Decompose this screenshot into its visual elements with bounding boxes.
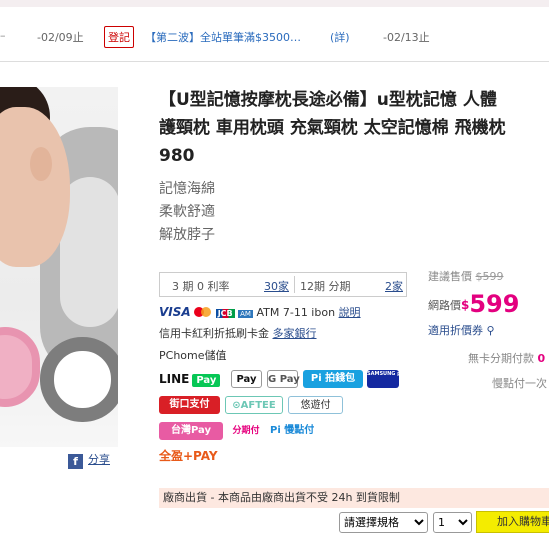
pi-wallet-label: Pi 拍錢包: [310, 373, 356, 384]
payment-row-credit: 信用卡紅利折抵刷卡金 多家銀行: [159, 325, 317, 341]
easywallet-icon: 悠遊付: [288, 396, 343, 414]
line-pay-word: LINE: [159, 372, 190, 386]
banks-link[interactable]: 多家銀行: [273, 327, 317, 340]
register-badge[interactable]: 登記: [104, 26, 134, 48]
list-price-label: 建議售價: [428, 270, 472, 283]
quantity-select[interactable]: 1: [433, 512, 472, 533]
google-pay-icon: G Pay: [267, 370, 300, 388]
samsung-pay-label: SAMSUNG pay: [367, 371, 408, 377]
feature-item: 柔軟舒適: [159, 204, 215, 220]
icash-pay-icon: 全盈+PAY: [159, 447, 264, 465]
yuan-pay-label: 分期付: [232, 426, 260, 436]
jko-pay-label: 街口支付: [169, 399, 210, 410]
slowpay-icon: Pi 慢點付: [270, 422, 326, 440]
payment-row-cards: VISA JCB AM ATM 7-11 ibon 說明: [159, 304, 361, 320]
promo-link[interactable]: 【第二波】全站單筆滿$3500…: [145, 29, 301, 45]
facebook-icon: f: [68, 454, 83, 469]
promo-date-2: -02/13止: [383, 31, 430, 44]
product-title: 【U型記憶按摩枕長途必備】u型枕記憶 人體 護頸枕 車用枕頭 充氣頸枕 太空記憶…: [159, 86, 549, 170]
promo-date-1: -02/09止: [37, 31, 84, 44]
payment-logos-row-3: 台灣Pay 分期付 Pi 慢點付: [159, 422, 419, 440]
amex-icon: AM: [238, 310, 253, 318]
model-face-shape: [0, 107, 70, 267]
title-line: 護頸枕 車用枕頭 充氣頸枕 太空記憶棉 飛機枕: [159, 118, 506, 138]
price-area: 建議售價 $599 網路價$599 適用折價券 ⚲: [428, 268, 549, 338]
grey-pillow-shape: [40, 337, 118, 422]
no-card-installment: 無卡分期付款 0: [468, 350, 545, 366]
pi-wallet-icon: Pi 拍錢包: [303, 370, 363, 388]
payment-logos-row-4: 全盈+PAY: [159, 447, 419, 465]
coupon-link[interactable]: 適用折價券 ⚲: [428, 322, 549, 338]
aftee-icon: ⊙AFTEE: [225, 396, 283, 414]
taiwan-pay-label: 台灣Pay: [170, 425, 212, 436]
easywallet-label: 悠遊付: [300, 400, 331, 411]
atm-text: ATM 7-11 ibon: [256, 306, 336, 319]
visa-icon: VISA: [159, 305, 191, 319]
samsung-pay-icon: SAMSUNG pay: [367, 370, 407, 388]
feature-item: 記憶海綿: [159, 181, 215, 197]
list-price: 建議售價 $599: [428, 268, 549, 284]
apple-pay-label: Pay: [236, 374, 257, 385]
web-price-value: 599: [469, 290, 520, 318]
title-line: 【U型記憶按摩枕長途必備】u型枕記憶 人體: [159, 90, 497, 110]
payment-logos-row-2: 街口支付 ⊙AFTEE 悠遊付: [159, 396, 419, 414]
line-pay-badge: Pay: [192, 374, 221, 387]
title-line: 980: [159, 146, 195, 166]
product-image[interactable]: [0, 87, 118, 447]
promo-detail-link[interactable]: (詳): [330, 29, 350, 45]
installment-plan-1: 3 期 0 利率: [172, 280, 230, 293]
payment-explain-link[interactable]: 說明: [339, 306, 361, 319]
slowpay-text: 慢點付一次: [492, 377, 547, 390]
stored-value-label: PChome儲值: [159, 349, 227, 362]
feature-item: 解放脖子: [159, 227, 215, 243]
list-price-value: $599: [475, 270, 504, 283]
jcb-icon: JCB: [215, 309, 235, 318]
shipping-notice: 廠商出貨 - 本商品由廠商出貨不受 24h 到貨限制: [159, 488, 549, 508]
share-link[interactable]: f 分享: [68, 451, 110, 469]
google-pay-label: G Pay: [268, 374, 300, 385]
no-card-label: 無卡分期付款: [468, 352, 534, 365]
promo-dash: –: [0, 29, 6, 42]
mastercard-icon: [194, 307, 212, 317]
jko-pay-icon: 街口支付: [159, 396, 220, 414]
spec-select[interactable]: 請選擇規格: [339, 512, 428, 533]
icash-pay-label: 全盈+PAY: [159, 449, 218, 463]
slowpay-label: Pi 慢點付: [270, 425, 315, 436]
apple-pay-icon: Pay: [231, 370, 262, 388]
payment-logos-row-1: LINE Pay Pay G Pay Pi 拍錢包 SAMSUNG pay: [159, 370, 419, 388]
coupon-label: 適用折價券: [428, 324, 483, 337]
promo-bar: – -02/09止 登記 【第二波】全站單筆滿$3500… (詳) -02/13…: [0, 22, 549, 50]
installment-plan-1-link[interactable]: 30家: [264, 278, 289, 294]
top-strip: [0, 0, 549, 7]
pink-pillow-shape: [0, 327, 40, 407]
search-icon: ⚲: [486, 324, 495, 337]
installment-box: 3 期 0 利率 30家 12期 分期 2家: [159, 272, 407, 297]
line-pay-icon: LINE Pay: [159, 370, 227, 388]
credit-text: 信用卡紅利折抵刷卡金: [159, 327, 269, 340]
taiwan-pay-icon: 台灣Pay: [159, 422, 223, 440]
share-label: 分享: [88, 453, 110, 466]
yuan-pay-icon: 分期付: [229, 422, 263, 440]
divider: [0, 61, 549, 62]
model-ear-shape: [30, 147, 52, 181]
feature-list: 記憶海綿 柔軟舒適 解放脖子: [159, 178, 215, 247]
web-price-label: 網路價: [428, 299, 461, 312]
installment-plan-2-link[interactable]: 2家: [385, 278, 403, 294]
no-card-mark: 0: [537, 352, 546, 365]
installment-separator: [294, 276, 295, 293]
add-to-cart-button[interactable]: 加入購物車: [476, 511, 549, 533]
web-price: 網路價$599: [428, 290, 549, 318]
installment-plan-2: 12期 分期: [300, 280, 351, 293]
aftee-label: ⊙AFTEE: [232, 400, 276, 411]
